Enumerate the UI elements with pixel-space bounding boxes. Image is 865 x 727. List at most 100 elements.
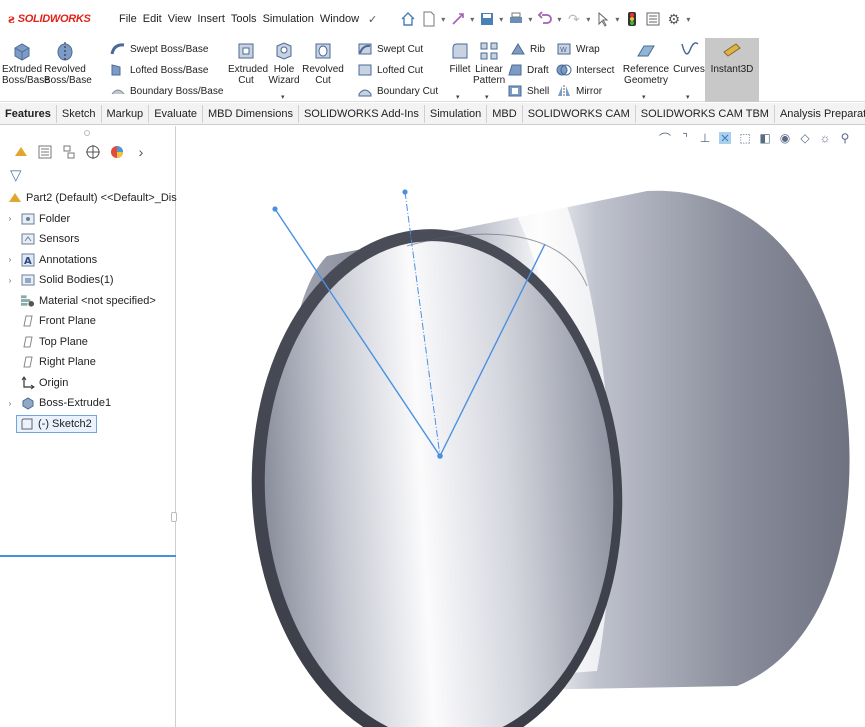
property-manager-tab-icon[interactable] <box>34 142 56 162</box>
tab-features[interactable]: Features <box>0 104 57 123</box>
chevron-down-icon[interactable]: ▾ <box>499 15 503 24</box>
expand-arrow-icon[interactable]: › <box>5 276 15 285</box>
save-icon[interactable] <box>478 11 495 28</box>
menu-simulation[interactable]: Simulation <box>260 13 317 25</box>
traffic-light-icon[interactable] <box>623 11 640 28</box>
draft-button[interactable]: Draft <box>507 63 549 77</box>
intersect-button[interactable]: Intersect <box>556 63 614 77</box>
pointer-icon[interactable] <box>449 11 466 28</box>
tab-mbd[interactable]: MBD <box>487 104 523 123</box>
tree-item-sketch2[interactable]: (-) Sketch2 <box>0 414 176 435</box>
boundary-cut-button[interactable]: Boundary Cut <box>357 84 438 98</box>
options-gear-icon[interactable]: ⚙ <box>665 11 682 28</box>
tab-markup[interactable]: Markup <box>102 104 150 123</box>
tree-item-front-plane[interactable]: Front Plane <box>0 311 176 332</box>
tree-item-boss-extrude1[interactable]: › Boss-Extrude1 <box>0 393 176 414</box>
curves-button[interactable]: Curves ▾ <box>672 40 706 101</box>
tree-item-right-plane[interactable]: Right Plane <box>0 352 176 373</box>
reference-geometry-button[interactable]: Reference Geometry ▾ <box>620 40 672 101</box>
menu-tools[interactable]: Tools <box>228 13 260 25</box>
menu-view[interactable]: View <box>165 13 195 25</box>
tab-solidworks-cam[interactable]: SOLIDWORKS CAM <box>523 104 636 123</box>
mirror-button[interactable]: Mirror <box>556 84 602 98</box>
menu-insert[interactable]: Insert <box>194 13 228 25</box>
tree-item-annotations[interactable]: › A Annotations <box>0 250 176 271</box>
hole-wizard-button[interactable]: Hole Wizard ▾ <box>268 40 300 101</box>
extruded-boss-button[interactable]: Extruded Boss/Base <box>2 40 50 86</box>
tab-evaluate[interactable]: Evaluate <box>149 104 203 123</box>
tree-item-folder[interactable]: › Folder <box>0 209 176 230</box>
tree-item-solid-bodies[interactable]: › Solid Bodies(1) <box>0 270 176 291</box>
menu-edit[interactable]: Edit <box>140 13 165 25</box>
tab-sketch[interactable]: Sketch <box>57 104 102 123</box>
chevron-down-icon[interactable]: ▾ <box>557 15 561 24</box>
chevron-down-icon[interactable]: ▾ <box>485 92 489 103</box>
feature-tree-tab-icon[interactable] <box>10 142 32 162</box>
chevron-down-icon[interactable]: ▾ <box>281 92 285 103</box>
tree-item-origin[interactable]: Origin <box>0 373 176 394</box>
wrap-button[interactable]: W Wrap <box>556 42 600 56</box>
tree-item-part[interactable]: Part2 (Default) <<Default>_Display State… <box>0 188 241 209</box>
tree-item-top-plane[interactable]: Top Plane <box>0 332 176 353</box>
boundary-boss-button[interactable]: Boundary Boss/Base <box>110 84 223 98</box>
select-icon[interactable] <box>594 11 611 28</box>
feature-manager-tabs: › <box>10 142 154 162</box>
linear-pattern-button[interactable]: Linear Pattern ▾ <box>473 40 505 101</box>
sketch-endpoint[interactable] <box>272 206 278 212</box>
chevron-down-icon[interactable]: ▾ <box>642 92 646 103</box>
menu-file[interactable]: File <box>116 13 140 25</box>
tab-simulation[interactable]: Simulation <box>425 104 488 123</box>
rollback-bar[interactable] <box>0 555 176 557</box>
tab-solidworks-add-ins[interactable]: SOLIDWORKS Add-Ins <box>299 104 425 123</box>
fillet-button[interactable]: Fillet ▾ <box>446 40 474 101</box>
revolved-cut-button[interactable]: Revolved Cut <box>302 40 344 86</box>
expand-arrow-icon[interactable]: › <box>5 255 15 264</box>
chevron-down-icon[interactable]: ▾ <box>470 15 474 24</box>
tree-item-sensors[interactable]: Sensors <box>0 229 176 250</box>
display-manager-tab-icon[interactable] <box>106 142 128 162</box>
sketch-endpoint[interactable] <box>402 189 408 195</box>
fillet-label: Fillet <box>449 64 471 75</box>
tab-analysis-preparation[interactable]: Analysis Preparation <box>775 105 865 123</box>
chevron-down-icon[interactable]: ▾ <box>586 15 590 24</box>
redo-icon[interactable]: ↷ <box>565 11 582 28</box>
shell-button[interactable]: Shell <box>507 84 549 98</box>
swept-boss-button[interactable]: Swept Boss/Base <box>110 42 208 56</box>
print-icon[interactable] <box>507 11 524 28</box>
chevron-down-icon[interactable]: ▾ <box>528 15 532 24</box>
pin-icon[interactable]: ✓ <box>368 13 377 26</box>
new-document-icon[interactable] <box>420 11 437 28</box>
instant3d-button[interactable]: Instant3D <box>706 40 758 75</box>
expand-arrow-icon[interactable]: › <box>5 214 15 223</box>
file-properties-icon[interactable] <box>644 11 661 28</box>
solidworks-logo[interactable]: ƨ SOLIDWORKS <box>8 12 108 26</box>
dimxpert-tab-icon[interactable] <box>82 142 104 162</box>
lofted-boss-label: Lofted Boss/Base <box>130 64 209 76</box>
menu-window[interactable]: Window <box>317 13 362 25</box>
configuration-manager-tab-icon[interactable] <box>58 142 80 162</box>
revolved-boss-button[interactable]: Revolved Boss/Base <box>44 40 92 86</box>
chevron-down-icon[interactable]: ▾ <box>686 15 690 24</box>
expand-arrow-icon[interactable]: › <box>5 399 15 408</box>
rib-button[interactable]: Rib <box>510 42 545 56</box>
tab-mbd-dimensions[interactable]: MBD Dimensions <box>203 104 299 123</box>
graphics-area[interactable]: ⌒ ⌝ ⊥ ⬚ ◧ ◉ ◇ ☼ ⚲ <box>177 126 865 727</box>
chevron-down-icon[interactable]: ▾ <box>441 15 445 24</box>
sketch-vertex[interactable] <box>437 453 443 459</box>
lofted-boss-button[interactable]: Lofted Boss/Base <box>110 63 208 77</box>
home-icon[interactable] <box>399 11 416 28</box>
filter-icon[interactable]: ▽ <box>10 166 22 184</box>
swept-cut-button[interactable]: Swept Cut <box>357 42 423 56</box>
undo-icon[interactable] <box>536 11 553 28</box>
lofted-cut-button[interactable]: Lofted Cut <box>357 63 423 77</box>
chevron-down-icon[interactable]: ▾ <box>686 92 690 103</box>
chevron-down-icon[interactable]: ▾ <box>615 15 619 24</box>
model-view[interactable] <box>177 126 865 727</box>
extruded-cut-button[interactable]: Extruded Cut <box>228 40 268 86</box>
panel-grip-icon[interactable] <box>84 130 90 136</box>
chevron-down-icon[interactable]: ▾ <box>456 92 460 103</box>
sketch-icon <box>19 417 34 431</box>
chevron-right-icon[interactable]: › <box>130 142 152 162</box>
tab-solidworks-cam-tbm[interactable]: SOLIDWORKS CAM TBM <box>636 104 775 123</box>
tree-item-material[interactable]: Material <not specified> <box>0 291 176 312</box>
